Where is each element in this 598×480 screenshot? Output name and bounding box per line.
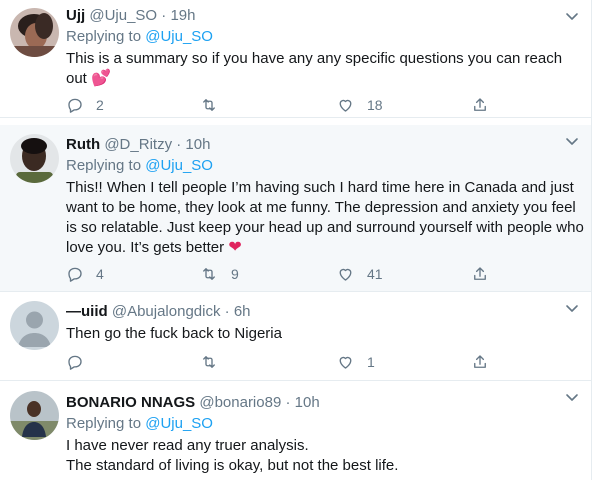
tweet-ujj[interactable]: Ujj @Uju_SO · 19h Replying to @Uju_SO Th…: [0, 0, 592, 118]
reply-button[interactable]: 4: [66, 264, 104, 284]
user-handle[interactable]: @Uju_SO: [89, 7, 157, 24]
display-name[interactable]: BONARIO NNAGS: [66, 394, 195, 411]
retweet-count: 9: [231, 266, 239, 282]
share-icon: [474, 355, 486, 368]
avatar[interactable]: [10, 301, 59, 350]
replying-to: Replying to @Uju_SO: [66, 414, 584, 434]
retweet-icon: [203, 356, 215, 368]
retweet-button[interactable]: [199, 352, 231, 372]
like-count: 1: [367, 354, 375, 370]
tweet-actions: 1: [66, 352, 506, 372]
reply-icon: [68, 98, 82, 113]
reply-icon: [68, 355, 82, 370]
share-button[interactable]: [471, 352, 489, 372]
retweet-icon: [203, 268, 215, 280]
red-heart-emoji: ❤: [228, 239, 242, 256]
tweet-header: Ruth @D_Ritzy · 10h: [66, 135, 584, 155]
reply-count: 4: [96, 266, 104, 282]
tweet-text: Then go the fuck back to Nigeria: [66, 324, 584, 344]
like-icon: [339, 268, 352, 281]
tweet-text-line: The standard of living is okay, but not …: [66, 457, 399, 474]
two-hearts-emoji: 💕: [91, 70, 111, 87]
tweet-text-content: Then go the fuck back to Nigeria: [66, 325, 282, 342]
tweet-header: —uiid @Abujalongdick · 6h: [66, 302, 584, 322]
tweet-text-line: I have never read any truer analysis.: [66, 437, 309, 454]
retweet-button[interactable]: 9: [199, 264, 239, 284]
tweet-header: BONARIO NNAGS @bonario89 · 10h: [66, 393, 584, 413]
tweet-text: This!! When I tell people I’m having suc…: [66, 178, 584, 258]
like-button[interactable]: 41: [336, 264, 383, 284]
avatar[interactable]: [10, 8, 59, 57]
replying-to-label: Replying to: [66, 28, 142, 45]
user-handle[interactable]: @Abujalongdick: [112, 303, 221, 320]
reply-count: 2: [96, 97, 104, 113]
scrollbar[interactable]: [591, 0, 598, 480]
reply-feed: Ujj @Uju_SO · 19h Replying to @Uju_SO Th…: [0, 0, 598, 480]
timestamp[interactable]: 10h: [185, 136, 210, 153]
share-button[interactable]: [471, 95, 489, 115]
replying-to: Replying to @Uju_SO: [66, 27, 584, 47]
avatar[interactable]: [10, 391, 59, 440]
retweet-button[interactable]: [199, 95, 231, 115]
share-icon: [474, 267, 486, 280]
tweet-actions: 2 18: [66, 95, 506, 115]
replying-to-label: Replying to: [66, 415, 142, 432]
avatar[interactable]: [10, 134, 59, 183]
replying-to-label: Replying to: [66, 157, 142, 174]
display-name[interactable]: Ujj: [66, 7, 85, 24]
timestamp[interactable]: 6h: [234, 303, 251, 320]
user-handle[interactable]: @bonario89: [199, 394, 281, 411]
tweet-uiid[interactable]: —uiid @Abujalongdick · 6h Then go the fu…: [0, 292, 592, 381]
tweet-text: This is a summary so if you have any any…: [66, 49, 584, 89]
like-button[interactable]: 1: [336, 352, 375, 372]
display-name[interactable]: —uiid: [66, 303, 108, 320]
tweet-text: I have never read any truer analysis. Th…: [66, 436, 584, 476]
reply-button[interactable]: [66, 352, 96, 372]
mention-link[interactable]: @Uju_SO: [145, 28, 213, 45]
separator-dot: ·: [176, 136, 182, 153]
tweet-bonario[interactable]: BONARIO NNAGS @bonario89 · 10h Replying …: [0, 381, 592, 480]
like-button[interactable]: 18: [336, 95, 383, 115]
reply-icon: [68, 267, 82, 282]
separator-dot: ·: [224, 303, 230, 320]
replying-to: Replying to @Uju_SO: [66, 156, 584, 176]
tweet-ruth[interactable]: Ruth @D_Ritzy · 10h Replying to @Uju_SO …: [0, 125, 592, 292]
retweet-icon: [203, 99, 215, 111]
separator-dot: ·: [285, 394, 291, 411]
mention-link[interactable]: @Uju_SO: [145, 415, 213, 432]
mention-link[interactable]: @Uju_SO: [145, 157, 213, 174]
separator-dot: ·: [161, 7, 167, 24]
user-handle[interactable]: @D_Ritzy: [104, 136, 172, 153]
reply-button[interactable]: 2: [66, 95, 104, 115]
timestamp[interactable]: 10h: [295, 394, 320, 411]
tweet-text-content: This!! When I tell people I’m having suc…: [66, 179, 584, 256]
like-icon: [339, 99, 352, 112]
like-count: 41: [367, 266, 383, 282]
like-count: 18: [367, 97, 383, 113]
timestamp[interactable]: 19h: [170, 7, 195, 24]
share-button[interactable]: [471, 264, 489, 284]
share-icon: [474, 98, 486, 111]
tweet-text-content: This is a summary so if you have any any…: [66, 50, 563, 87]
tweet-header: Ujj @Uju_SO · 19h: [66, 6, 584, 26]
like-icon: [339, 356, 352, 369]
tweet-actions: 4 9 41: [66, 264, 506, 284]
display-name[interactable]: Ruth: [66, 136, 100, 153]
